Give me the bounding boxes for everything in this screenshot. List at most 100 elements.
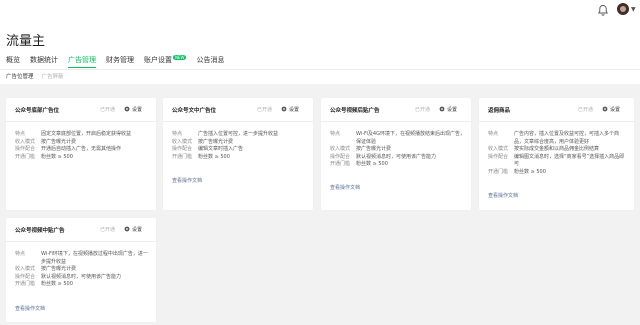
detail-row: 操作配合 开通后自动插入广告，无需其他操作 bbox=[15, 146, 150, 154]
detail-value: Wi-Fi及4G环境下，在视频播放结束后出现广告，保证体验 bbox=[356, 131, 465, 145]
bell-icon[interactable] bbox=[597, 4, 609, 16]
gear-icon[interactable] bbox=[124, 226, 130, 232]
detail-key: 开通门槛 bbox=[172, 153, 193, 160]
detail-key: 操作配合 bbox=[15, 273, 36, 280]
detail-value: 固定文章底部位置，开启后稳定获得收益 bbox=[41, 131, 132, 137]
detail-key: 收入模式 bbox=[15, 266, 36, 272]
docs-link[interactable]: 查看操作文档 bbox=[172, 177, 202, 184]
page-title: 流量主 bbox=[6, 34, 46, 49]
detail-key: 收入模式 bbox=[488, 146, 509, 152]
detail-key: 收入模式 bbox=[172, 138, 193, 145]
detail-key: 开通门槛 bbox=[330, 161, 351, 167]
ad-slot-card: 公众号文中广告位 已开通 设置 特点 广告插入位置可控，进一步提升收益 收入模式按… bbox=[163, 98, 313, 210]
card-title: 公众号底部广告位 bbox=[15, 108, 60, 114]
detail-value: 默认视频消息时，可使用该广告能力 bbox=[356, 153, 437, 160]
settings-button[interactable]: 设置 bbox=[289, 106, 299, 113]
card-header: 公众号文中广告位 已开通 设置 bbox=[163, 98, 313, 122]
detail-key: 操作配合 bbox=[172, 146, 193, 152]
docs-link[interactable]: 查看操作文档 bbox=[15, 305, 45, 312]
detail-key: 开通门槛 bbox=[15, 281, 36, 287]
detail-key: 操作配合 bbox=[488, 153, 509, 160]
detail-row: 特点 广告插入位置可控，进一步提升收益 bbox=[172, 131, 307, 139]
detail-key: 开通门槛 bbox=[15, 153, 36, 160]
detail-value: 编辑图文消息时，选择“商家看号”选择插入商品即可 bbox=[514, 153, 625, 168]
tab-overview[interactable]: 概览 bbox=[6, 55, 20, 69]
top-bar: ▼ bbox=[0, 0, 640, 22]
tab-statistics[interactable]: 数据统计 bbox=[30, 55, 58, 69]
tab-divider bbox=[0, 69, 640, 70]
settings-button[interactable]: 设置 bbox=[610, 106, 620, 113]
detail-value: 广告插入位置可控，进一步提升收益 bbox=[198, 131, 279, 137]
tab-ad-management[interactable]: 广告管理 bbox=[68, 55, 96, 69]
detail-key: 操作配合 bbox=[330, 153, 351, 160]
main-tabs: 概览 数据统计 广告管理 财务管理 账户设置 NEW 公告消息 bbox=[6, 55, 234, 69]
tab-announcements[interactable]: 公告消息 bbox=[196, 55, 224, 69]
card-header: 公众号视频中贴广告 已开通 设置 bbox=[6, 218, 156, 242]
detail-value: Wi-Fi环境下，在视频播放过程中出现广告，进一步提升收益 bbox=[41, 251, 148, 265]
detail-value: 粉丝数 ≥ 500 bbox=[356, 161, 388, 167]
new-badge: NEW bbox=[173, 55, 187, 60]
detail-row: 操作配合 默认视频消息时，可使用该广告能力 bbox=[330, 154, 465, 162]
detail-row: 操作配合 编辑图文消息时，选择“商家看号”选择插入商品即可 bbox=[488, 154, 628, 169]
status-badge: 已开通 bbox=[257, 107, 273, 113]
detail-key: 收入模式 bbox=[15, 138, 36, 145]
detail-key: 特点 bbox=[15, 131, 26, 137]
detail-key: 操作配合 bbox=[15, 146, 36, 152]
status-badge: 已开通 bbox=[100, 227, 116, 233]
sub-tabs: 广告位管理 广告屏蔽 bbox=[6, 72, 72, 80]
detail-row: 操作配合 默认视频消息时，可使用该广告能力 bbox=[15, 274, 150, 282]
settings-button[interactable]: 设置 bbox=[132, 226, 142, 233]
card-title: 公众号文中广告位 bbox=[172, 108, 217, 114]
detail-key: 特点 bbox=[172, 131, 183, 137]
detail-key: 特点 bbox=[15, 251, 26, 257]
docs-link[interactable]: 查看操作文档 bbox=[488, 192, 518, 199]
gear-icon[interactable] bbox=[124, 106, 130, 112]
detail-row: 收入模式 按广告曝光计费 bbox=[172, 139, 307, 147]
settings-button[interactable]: 设置 bbox=[132, 106, 142, 113]
ad-slot-card: 返佣商品 已开通 设置 特点 广告内容，插入位置及收益可控，可插入多个商品，文章综… bbox=[479, 98, 634, 210]
ad-slot-card: 公众号底部广告位 已开通 设置 特点 固定文章底部位置，开启后稳定获得收益 收入模… bbox=[6, 98, 156, 210]
detail-row: 开通门槛 粉丝数 ≥ 500 bbox=[488, 169, 628, 177]
card-header: 公众号底部广告位 已开通 设置 bbox=[6, 98, 156, 122]
ad-slot-card: 公众号视频中贴广告 已开通 设置 特点 Wi-Fi环境下，在视频播放过程中出现广告… bbox=[6, 218, 156, 322]
chevron-down-icon[interactable]: ▼ bbox=[631, 6, 636, 13]
tab-account-settings[interactable]: 账户设置 NEW bbox=[144, 55, 187, 69]
detail-key: 特点 bbox=[488, 131, 499, 137]
subtab-ad-blocking[interactable]: 广告屏蔽 bbox=[42, 72, 64, 80]
card-details: 特点 广告内容，插入位置及收益可控，可插入多个商品，文章综合度高，用户体验更好 收… bbox=[488, 131, 628, 176]
status-badge: 已开通 bbox=[578, 107, 594, 113]
settings-button[interactable]: 设置 bbox=[447, 106, 457, 113]
detail-value: 粉丝数 ≥ 500 bbox=[41, 281, 73, 287]
detail-row: 收入模式 按广告曝光计费 bbox=[330, 146, 465, 154]
detail-value: 粉丝数 ≥ 500 bbox=[514, 168, 546, 175]
tab-account-settings-label: 账户设置 bbox=[144, 56, 172, 64]
detail-key: 收入模式 bbox=[330, 146, 351, 152]
detail-row: 收入模式 按实际成交金额和以商品佣金比例结算 bbox=[488, 146, 628, 154]
card-title: 公众号视频后贴广告 bbox=[330, 108, 380, 114]
card-details: 特点 Wi-Fi及4G环境下，在视频播放结束后出现广告，保证体验 收入模式 按广告曝… bbox=[330, 131, 465, 169]
detail-value: 编辑文章时插入广告 bbox=[198, 146, 244, 152]
detail-row: 操作配合 编辑文章时插入广告 bbox=[172, 146, 307, 154]
gear-icon[interactable] bbox=[439, 106, 445, 112]
gear-icon[interactable] bbox=[281, 106, 287, 112]
docs-link[interactable]: 查看操作文档 bbox=[330, 184, 360, 191]
card-details: 特点 广告插入位置可控，进一步提升收益 收入模式 按广告曝光计费 操作配合 编辑文章时… bbox=[172, 131, 307, 161]
card-details: 特点 固定文章底部位置，开启后稳定获得收益 收入模式 按广告曝光计费 操作配合 开通后… bbox=[15, 131, 150, 161]
page-header: 流量主 概览 数据统计 广告管理 财务管理 账户设置 NEW 公告消息 广告位管理… bbox=[0, 22, 640, 84]
card-details: 特点 Wi-Fi环境下，在视频播放过程中出现广告，进一步提升收益 收入模式 按广告曝… bbox=[15, 251, 150, 289]
gear-icon[interactable] bbox=[602, 106, 608, 112]
ad-slot-card: 公众号视频后贴广告 已开通 设置 特点 Wi-Fi及4G环境下，在视频播放结束后出… bbox=[321, 98, 471, 210]
tab-finance[interactable]: 财务管理 bbox=[106, 55, 134, 69]
detail-row: 开通门槛 粉丝数 ≥ 500 bbox=[172, 154, 307, 162]
avatar[interactable] bbox=[617, 3, 629, 15]
detail-key: 开通门槛 bbox=[488, 168, 509, 175]
detail-value: 粉丝数 ≥ 500 bbox=[198, 153, 230, 160]
detail-row: 开通门槛 粉丝数 ≥ 500 bbox=[15, 281, 150, 289]
detail-value: 按广告曝光计费 bbox=[41, 138, 77, 145]
detail-value: 按实际成交金额和以商品佣金比例结算 bbox=[514, 146, 600, 152]
detail-value: 按广告曝光计费 bbox=[198, 138, 234, 145]
detail-row: 开通门槛 粉丝数 ≥ 500 bbox=[15, 154, 150, 162]
detail-row: 收入模式 按广告曝光计费 bbox=[15, 139, 150, 147]
detail-row: 特点 Wi-Fi环境下，在视频播放过程中出现广告，进一步提升收益 bbox=[15, 251, 150, 266]
subtab-ad-slots[interactable]: 广告位管理 bbox=[6, 72, 34, 80]
